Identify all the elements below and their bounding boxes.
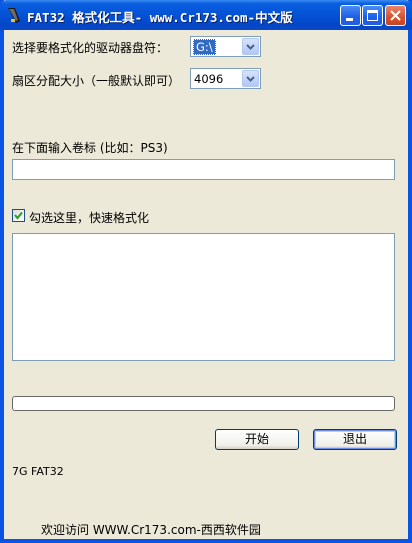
- chevron-down-icon: [246, 44, 255, 50]
- cluster-size-select[interactable]: 4096: [190, 68, 261, 89]
- checkmark-icon: [14, 211, 23, 220]
- minimize-icon: [346, 18, 353, 21]
- exit-button[interactable]: 退出: [313, 429, 397, 450]
- chevron-down-icon: [246, 76, 255, 82]
- cluster-size-label: 扇区分配大小（一般默认即可）: [12, 74, 181, 88]
- title-bar[interactable]: FAT32 格式化工具- www.Cr173.com-中文版: [0, 0, 412, 30]
- window-title: FAT32 格式化工具- www.Cr173.com-中文版: [27, 10, 293, 25]
- drive-label: 选择要格式化的驱动器盘符：: [12, 41, 169, 55]
- drive-select-value: G:\: [193, 39, 216, 55]
- close-icon: [390, 10, 401, 21]
- start-button[interactable]: 开始: [215, 429, 299, 450]
- status-text: 7G FAT32: [12, 465, 64, 478]
- drive-select[interactable]: G:\: [190, 36, 261, 57]
- drive-dropdown-button[interactable]: [242, 38, 259, 55]
- footer-text: 欢迎访问 WWW.Cr173.com-西西软件园: [41, 523, 261, 537]
- cluster-dropdown-button[interactable]: [242, 70, 259, 87]
- format-progress-bar: [12, 396, 395, 411]
- maximize-icon: [367, 10, 378, 21]
- cluster-size-value: 4096: [194, 72, 224, 86]
- quick-format-checkbox[interactable]: [12, 209, 25, 222]
- close-button[interactable]: [385, 5, 406, 26]
- app-window: FAT32 格式化工具- www.Cr173.com-中文版 选择要格式化的驱动…: [0, 0, 412, 543]
- minimize-button[interactable]: [340, 5, 361, 26]
- volume-label-caption: 在下面输入卷标 (比如：PS3): [12, 141, 168, 155]
- log-textarea[interactable]: [12, 233, 395, 361]
- quick-format-label: 勾选这里，快速格式化: [29, 211, 150, 225]
- maximize-button[interactable]: [362, 5, 383, 26]
- app-icon: [8, 8, 20, 23]
- volume-label-input[interactable]: [12, 159, 395, 180]
